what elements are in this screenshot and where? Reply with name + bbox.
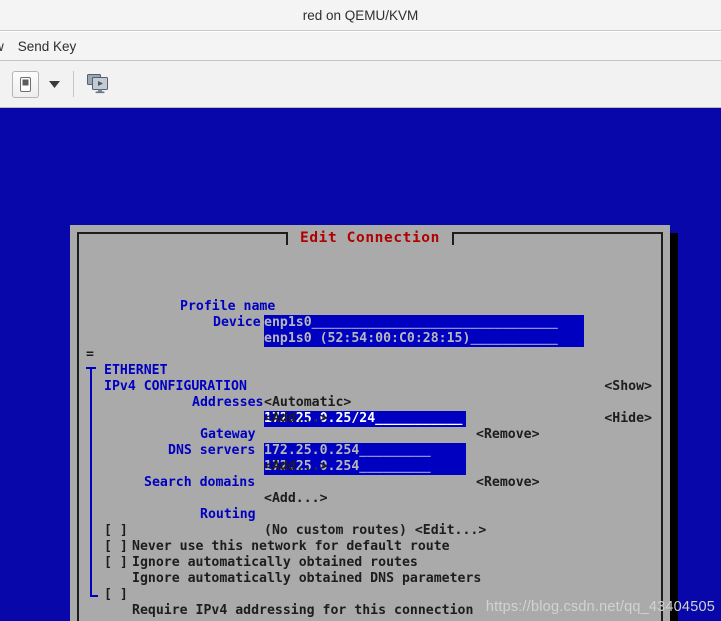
checkbox-row-never-default-route[interactable]: [ ] Never use this network for default r…: [82, 507, 660, 554]
ipv4-search-domains-row: Search domains <Add...>: [82, 459, 660, 506]
ipv4-routing-row: Routing (No custom routes) <Edit...>: [82, 491, 660, 538]
power-button[interactable]: [12, 70, 39, 98]
chevron-down-icon: [48, 80, 60, 88]
dialog-content: Profile name enp1s0_____________________…: [82, 251, 660, 621]
edit-connection-dialog: Edit Connection Profile name enp1s0_____…: [70, 225, 670, 621]
checkbox-mark: [ ]: [104, 555, 128, 570]
screenshot-button[interactable]: [85, 71, 111, 97]
power-dropdown-button[interactable]: [43, 73, 65, 95]
profile-name-row: Profile name enp1s0_____________________…: [82, 283, 660, 331]
device-row: Device enp1s0 (52:54:00:C0:28:15)_______…: [82, 299, 660, 347]
display-screenshot-icon: [87, 74, 108, 94]
vm-display[interactable]: Edit Connection Profile name enp1s0_____…: [0, 108, 721, 621]
menu-item-send-key[interactable]: Send Key: [11, 37, 84, 56]
ipv4-addresses-add-row: <Add...>: [82, 395, 660, 426]
checkbox-row-require-ipv4[interactable]: [ ] Require IPv4 addressing for this con…: [82, 571, 660, 618]
app-root: red on QEMU/KVM w Send Key: [0, 0, 721, 621]
toolbar-separator: [73, 71, 74, 97]
power-switch-icon: [20, 76, 31, 92]
profile-name-fill: _______________________________: [311, 315, 558, 330]
profile-name-value: enp1s0: [264, 315, 312, 330]
checkbox-row-ignore-dns[interactable]: [ ] Ignore automatically obtained DNS pa…: [82, 539, 660, 586]
ipv4-gateway-row: Gateway 172.25.0.254_________: [82, 411, 660, 459]
profile-name-input[interactable]: enp1s0_______________________________: [264, 315, 584, 331]
toolbar: [0, 61, 721, 108]
window-titlebar: red on QEMU/KVM: [0, 0, 721, 31]
menu-item-view[interactable]: w: [0, 37, 11, 56]
ethernet-marker: =: [86, 347, 94, 362]
device-label: Device: [213, 315, 261, 330]
watermark: https://blog.csdn.net/qq_43404505: [485, 599, 715, 615]
search-domains-label: Search domains: [144, 475, 256, 490]
ipv4-dns-add-row: <Add...>: [82, 443, 660, 474]
checkbox-label: Ignore automatically obtained routes: [132, 555, 418, 570]
checkbox-label: Require IPv4 addressing for this connect…: [132, 603, 474, 618]
ipv4-dns-row: DNS servers 172.25.0.254_________ <Remov…: [82, 427, 660, 490]
ipv4-section-row[interactable]: IPv4 CONFIGURATION <Automatic> <Hide>: [82, 363, 660, 426]
ethernet-section-row[interactable]: = ETHERNET <Show>: [82, 331, 660, 394]
dns-remove-button[interactable]: <Remove>: [476, 475, 540, 491]
menubar: w Send Key: [0, 32, 721, 61]
checkbox-row-ignore-routes[interactable]: [ ] Ignore automatically obtained routes: [82, 523, 660, 570]
ipv4-addresses-row: Addresses 172.25.0.25/24___________ <Rem…: [82, 379, 660, 442]
checkbox-mark: [ ]: [104, 587, 128, 602]
window-title: red on QEMU/KVM: [302, 7, 419, 23]
